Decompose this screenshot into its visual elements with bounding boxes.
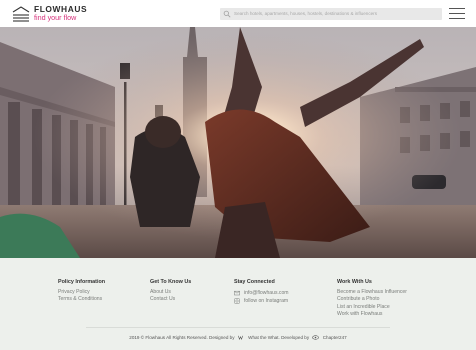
list-place-link[interactable]: List an Incredible Place: [337, 304, 407, 311]
site-footer: Policy Information Privacy Policy Terms …: [0, 258, 476, 350]
email-row[interactable]: info@flowhaus.com: [234, 289, 289, 297]
footer-column-about: Get To Know Us About Us Contact Us: [150, 279, 191, 304]
hamburger-menu-icon[interactable]: [449, 8, 465, 20]
site-header: FLOWHAUS find your flow Search hotels, a…: [0, 0, 476, 27]
designer-link[interactable]: What the What.: [248, 335, 280, 340]
copyright-line: 2019 © Flowhaus All Rights Reserved. Des…: [0, 335, 476, 341]
privacy-policy-link[interactable]: Privacy Policy: [58, 289, 105, 296]
instagram-icon: [234, 298, 240, 304]
chapter247-logo-icon: [312, 335, 320, 340]
mail-icon: [234, 290, 240, 296]
footer-column-work: Work With Us Become a Flowhaus Influence…: [337, 279, 407, 318]
hero-image: [0, 27, 476, 258]
wtw-logo-icon: [237, 335, 243, 341]
house-outline-icon: [12, 6, 30, 22]
about-us-link[interactable]: About Us: [150, 289, 191, 296]
footer-heading: Get To Know Us: [150, 279, 192, 285]
developer-link[interactable]: Chapter247: [323, 335, 347, 340]
footer-divider: [86, 327, 390, 328]
hero-photo: [0, 27, 476, 258]
instagram-link[interactable]: follow on Instagram: [244, 297, 288, 305]
search-icon: [223, 10, 231, 18]
contact-us-link[interactable]: Contact Us: [150, 296, 191, 303]
search-input[interactable]: Search hotels, apartments, houses, hoste…: [234, 9, 377, 19]
work-with-link[interactable]: Work with Flowhaus: [337, 311, 407, 318]
footer-column-social: Stay Connected info@flowhaus.com follow …: [234, 279, 289, 305]
terms-link[interactable]: Terms & Conditions: [58, 296, 105, 303]
search-bar[interactable]: Search hotels, apartments, houses, hoste…: [220, 8, 442, 20]
instagram-row[interactable]: follow on Instagram: [234, 297, 289, 305]
footer-heading: Work With Us: [337, 279, 372, 285]
footer-heading: Stay Connected: [234, 279, 275, 285]
brand-tagline: find your flow: [34, 13, 77, 22]
email-link[interactable]: info@flowhaus.com: [244, 289, 289, 297]
copyright-text: 2019 © Flowhaus All Rights Reserved. Des…: [129, 335, 235, 341]
footer-heading: Policy Information: [58, 279, 106, 285]
footer-column-policy: Policy Information Privacy Policy Terms …: [58, 279, 105, 304]
influencer-link[interactable]: Become a Flowhaus Influencer: [337, 289, 407, 296]
contribute-photo-link[interactable]: Contribute a Photo: [337, 296, 407, 303]
developed-by-text: Developed by: [281, 335, 310, 341]
